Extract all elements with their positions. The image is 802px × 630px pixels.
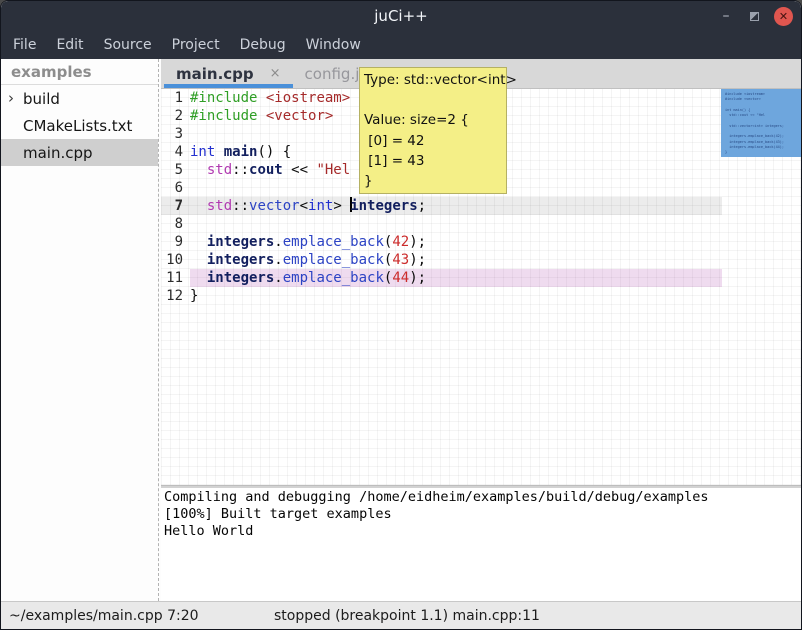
line-number[interactable]: 3: [161, 125, 190, 143]
menu-item-debug[interactable]: Debug: [230, 37, 296, 53]
tooltip-line: [1] = 43: [364, 151, 502, 171]
tab-label: main.cpp: [176, 65, 254, 83]
tab-close-icon[interactable]: ×: [270, 66, 281, 81]
code-text: std::vector<int> integers;: [190, 197, 722, 215]
line-number[interactable]: 8: [161, 215, 190, 233]
code-line: 11 integers.emplace_back(44);: [161, 269, 722, 287]
tree-item-main-cpp[interactable]: main.cpp: [1, 139, 158, 166]
output-line: [100%] Built target examples: [164, 506, 801, 523]
tree-item-label: main.cpp: [1, 144, 93, 162]
window-title: juCi++: [374, 7, 427, 25]
code-line: 7 std::vector<int> integers;: [161, 197, 722, 215]
minimize-icon[interactable]: –: [717, 11, 735, 21]
output-line: Compiling and debugging /home/eidheim/ex…: [164, 489, 801, 506]
line-number[interactable]: 1: [161, 89, 190, 107]
file-tree: ›build CMakeLists.txt main.cpp: [1, 85, 158, 166]
line-number[interactable]: 12: [161, 287, 190, 305]
line-number[interactable]: 4: [161, 143, 190, 161]
chevron-right-icon[interactable]: ›: [8, 89, 14, 107]
code-line: 8: [161, 215, 722, 233]
code-text: integers.emplace_back(42);: [190, 233, 722, 251]
code-text: integers.emplace_back(44);: [190, 269, 722, 287]
line-number[interactable]: 6: [161, 179, 190, 197]
tooltip-line: [0] = 42: [364, 131, 502, 151]
line-number[interactable]: 9: [161, 233, 190, 251]
code-line: 9 integers.emplace_back(42);: [161, 233, 722, 251]
output-line: Hello World: [164, 523, 801, 540]
line-number[interactable]: 5: [161, 161, 190, 179]
line-number[interactable]: 2: [161, 107, 190, 125]
menu-item-project[interactable]: Project: [162, 37, 230, 53]
file-tree-panel: examples ›build CMakeLists.txt main.cpp: [1, 59, 158, 601]
compile-output: Compiling and debugging /home/eidheim/ex…: [161, 488, 801, 601]
tooltip-line: }: [364, 171, 502, 191]
tree-item-build[interactable]: ›build: [1, 85, 158, 112]
title-bar: juCi++ – ✕: [1, 1, 801, 31]
tooltip-line: Value: size=2 {: [364, 110, 502, 130]
minimap-code: #include <iostream> #include <vector> in…: [721, 89, 801, 156]
tree-item-label: CMakeLists.txt: [1, 117, 132, 135]
restore-icon[interactable]: [750, 12, 759, 21]
code-line: 12}: [161, 287, 722, 305]
line-number[interactable]: 10: [161, 251, 190, 269]
line-number[interactable]: 11: [161, 269, 190, 287]
menu-item-window[interactable]: Window: [296, 37, 371, 53]
project-name: examples: [1, 59, 158, 85]
tab-main-cpp[interactable]: main.cpp ×: [164, 59, 293, 88]
code-text: }: [190, 287, 722, 305]
close-icon[interactable]: ✕: [774, 7, 793, 26]
menu-item-source[interactable]: Source: [94, 37, 162, 53]
status-debug-state: stopped (breakpoint 1.1) main.cpp:11: [274, 608, 540, 624]
window-controls: – ✕: [717, 1, 793, 31]
status-bar: ~/examples/main.cpp 7:20 stopped (breakp…: [1, 601, 801, 629]
tree-item-cmakelists-txt[interactable]: CMakeLists.txt: [1, 112, 158, 139]
code-line: 10 integers.emplace_back(43);: [161, 251, 722, 269]
tooltip-line: Type: std::vector<int>: [364, 70, 502, 90]
minimap[interactable]: #include <iostream> #include <vector> in…: [721, 89, 801, 157]
code-text: [190, 215, 722, 233]
line-number[interactable]: 7: [161, 197, 190, 215]
tooltip-line: [364, 90, 502, 110]
app-window: juCi++ – ✕ FileEditSourceProjectDebugWin…: [0, 0, 802, 630]
status-file-location: ~/examples/main.cpp 7:20: [9, 608, 199, 624]
menu-item-edit[interactable]: Edit: [46, 37, 93, 53]
code-text: integers.emplace_back(43);: [190, 251, 722, 269]
debug-value-tooltip: Type: std::vector<int> Value: size=2 { […: [359, 67, 507, 194]
menu-bar: FileEditSourceProjectDebugWindow: [1, 31, 801, 59]
menu-item-file[interactable]: File: [3, 37, 46, 53]
